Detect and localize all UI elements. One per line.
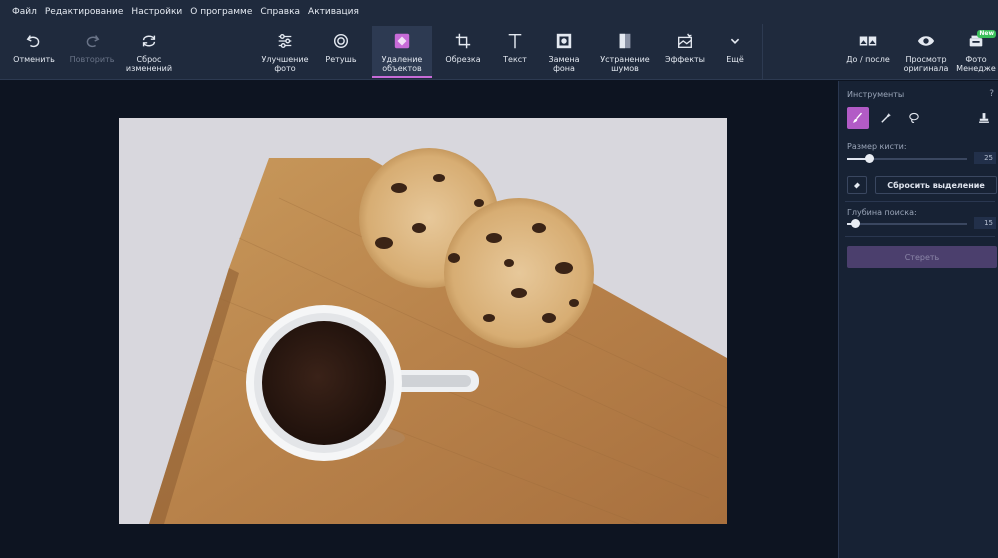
panel-title: Инструменты xyxy=(847,90,905,99)
search-depth-value[interactable]: 15 xyxy=(974,217,996,229)
search-depth-handle[interactable] xyxy=(851,219,860,228)
reset-changes-button[interactable]: Сброс изменений xyxy=(120,26,178,78)
brush-size-label: Размер кисти: xyxy=(847,142,907,151)
eye-icon xyxy=(915,30,937,52)
view-original-button[interactable]: Просмотр оригинала xyxy=(898,26,954,78)
undo-button[interactable]: Отменить xyxy=(6,26,62,78)
brush-size-handle[interactable] xyxy=(865,154,874,163)
menu-edit[interactable]: Редактирование xyxy=(45,7,124,17)
eraser-mode-button[interactable] xyxy=(847,176,867,194)
redo-icon xyxy=(81,30,103,52)
photo-preview[interactable] xyxy=(119,118,727,524)
lasso-tool-button[interactable] xyxy=(903,107,925,129)
brush-size-slider[interactable] xyxy=(847,154,967,163)
panel-separator xyxy=(845,201,995,202)
photo-manager-button[interactable]: New Фото Менедже xyxy=(954,26,998,78)
chevron-down-icon xyxy=(724,30,746,52)
stamp-icon xyxy=(979,113,989,123)
effects-icon xyxy=(674,30,696,52)
background-icon xyxy=(553,30,575,52)
toolbar-divider xyxy=(762,24,763,80)
reset-selection-button[interactable]: Сбросить выделение xyxy=(875,176,997,194)
brush-icon xyxy=(853,112,863,123)
before-after-icon xyxy=(857,30,879,52)
effects-button[interactable]: Эффекты xyxy=(660,26,710,78)
menu-help[interactable]: Справка xyxy=(260,7,300,17)
enhance-photo-button[interactable]: Улучшение фото xyxy=(254,26,316,78)
crop-icon xyxy=(452,30,474,52)
panel-separator xyxy=(845,236,995,237)
retouch-icon xyxy=(330,30,352,52)
lasso-icon xyxy=(909,112,919,123)
menu-file[interactable]: Файл xyxy=(12,7,37,17)
crop-button[interactable]: Обрезка xyxy=(438,26,488,78)
background-change-button[interactable]: Замена фона xyxy=(540,26,588,78)
tools-panel: Инструменты ? Размер кисти: 25 Сбросить … xyxy=(838,81,998,558)
redo-button[interactable]: Повторить xyxy=(64,26,120,78)
menu-activation[interactable]: Активация xyxy=(308,7,359,17)
undo-icon xyxy=(23,30,45,52)
text-icon xyxy=(504,30,526,52)
before-after-button[interactable]: До / после xyxy=(840,26,896,78)
stamp-tool-button[interactable] xyxy=(973,107,995,129)
brush-size-value[interactable]: 25 xyxy=(974,152,996,164)
retouch-button[interactable]: Ретушь xyxy=(316,26,366,78)
noise-removal-button[interactable]: Устранение шумов xyxy=(592,26,658,78)
text-button[interactable]: Текст xyxy=(492,26,538,78)
new-badge: New xyxy=(977,30,996,38)
toolbar: Отменить Повторить Сброс изменений Улучш… xyxy=(0,24,998,80)
noise-icon xyxy=(614,30,636,52)
menu-about[interactable]: О программе xyxy=(190,7,252,17)
menu-settings[interactable]: Настройки xyxy=(131,7,182,17)
reset-icon xyxy=(138,30,160,52)
object-removal-button[interactable]: Удаление объектов xyxy=(372,26,432,78)
magic-wand-icon xyxy=(881,113,891,123)
help-icon[interactable]: ? xyxy=(989,89,994,99)
magic-wand-tool-button[interactable] xyxy=(875,107,897,129)
object-removal-icon xyxy=(391,30,413,52)
search-depth-label: Глубина поиска: xyxy=(847,208,917,217)
brush-tool-button[interactable] xyxy=(847,107,869,129)
more-button[interactable]: Ещё xyxy=(714,26,756,78)
search-depth-slider[interactable] xyxy=(847,219,967,228)
image-canvas[interactable] xyxy=(0,81,838,558)
sliders-icon xyxy=(274,30,296,52)
menu-bar: Файл Редактирование Настройки О программ… xyxy=(0,0,998,24)
eraser-icon xyxy=(854,182,860,189)
erase-button[interactable]: Стереть xyxy=(847,246,997,268)
